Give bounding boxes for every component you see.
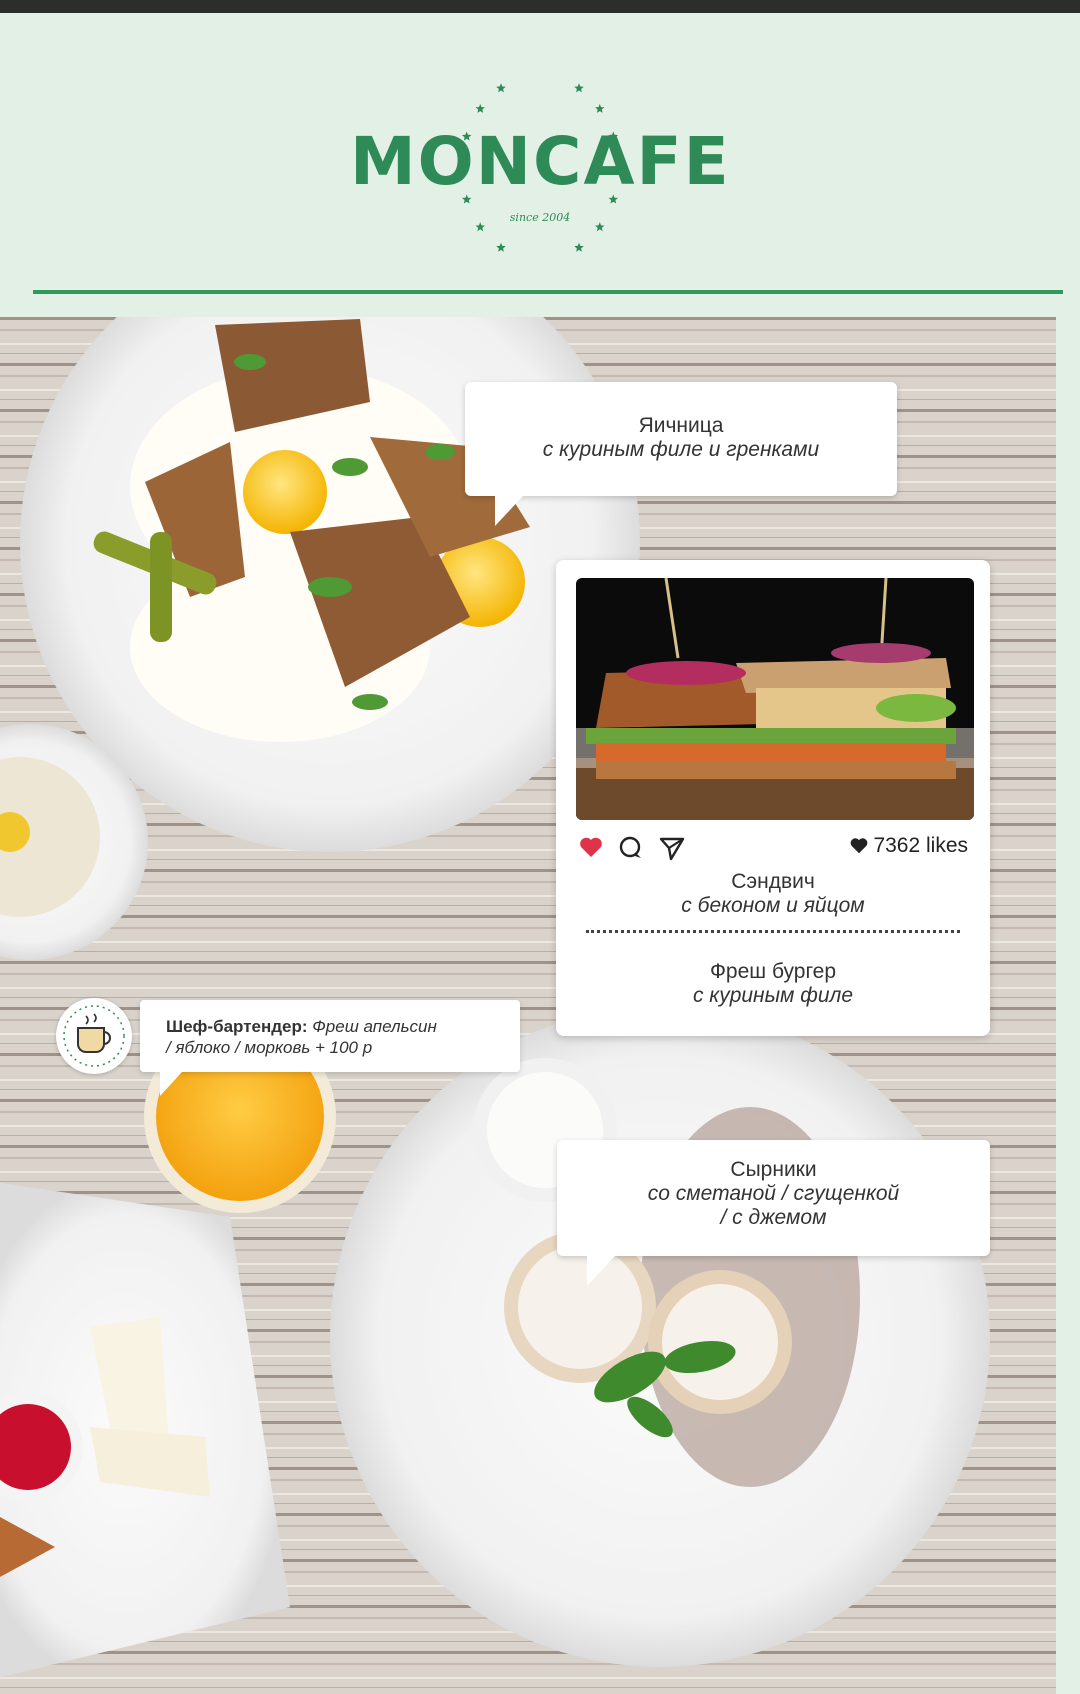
callout-chef: Шеф-бартендер: Фреш апельсин / яблоко / … bbox=[140, 1000, 520, 1096]
post-actions: 7362 likes bbox=[576, 830, 974, 862]
burger-title: Фреш бургер bbox=[709, 960, 837, 983]
chef-badge bbox=[56, 998, 132, 1074]
brand-name: MONCAFE bbox=[350, 123, 731, 200]
callout-tail bbox=[587, 1256, 615, 1286]
top-bar bbox=[0, 0, 1080, 13]
side-strip bbox=[1056, 317, 1080, 1694]
callout-syrniki: Сырники со сметаной / сгущенкой / с джем… bbox=[557, 1140, 990, 1286]
star-icon bbox=[595, 103, 605, 113]
callout-tail bbox=[160, 1072, 182, 1096]
logo: MONCAFE since 2004 bbox=[350, 63, 730, 273]
heart-icon[interactable] bbox=[578, 836, 604, 858]
callout-eggs: Яичница с куриным филе и гренками bbox=[465, 382, 897, 526]
sandwich-subtitle: с беконом и яйцом bbox=[681, 894, 865, 917]
likes-label: 7362 likes bbox=[873, 834, 968, 857]
post-item-sandwich: Сэндвич с беконом и яйцом bbox=[556, 870, 990, 918]
callout-tail bbox=[495, 496, 523, 526]
header: MONCAFE since 2004 bbox=[0, 13, 1080, 313]
post-card: 7362 likes Сэндвич с беконом и яйцом Фре… bbox=[556, 560, 990, 1036]
likes-count: 7362 likes bbox=[849, 834, 968, 858]
comment-icon[interactable] bbox=[618, 835, 644, 861]
header-divider bbox=[33, 290, 1063, 294]
star-icon bbox=[496, 83, 506, 93]
star-icon bbox=[496, 242, 506, 252]
chef-line-1: Шеф-бартендер: Фреш апельсин bbox=[166, 1016, 520, 1037]
star-icon bbox=[574, 83, 584, 93]
chef-line-2: / яблоко / морковь + 100 р bbox=[166, 1038, 373, 1057]
share-icon[interactable] bbox=[658, 835, 686, 861]
star-icon bbox=[475, 103, 485, 113]
post-item-burger: Фреш бургер с куриным филе bbox=[556, 960, 990, 1008]
dotted-divider bbox=[586, 930, 960, 933]
sandwich-title: Сэндвич bbox=[731, 870, 815, 893]
syrniki-subtitle-1: со сметаной / сгущенкой bbox=[647, 1182, 900, 1205]
heart-small-icon bbox=[851, 838, 868, 854]
burger-subtitle: с куриным филе bbox=[692, 984, 854, 1007]
eggs-subtitle: с куриным филе и гренками bbox=[542, 438, 820, 461]
star-icon bbox=[574, 242, 584, 252]
sandwich-photo bbox=[576, 578, 974, 820]
chef-text-1: Фреш апельсин bbox=[312, 1017, 437, 1036]
coffee-cup-icon bbox=[63, 1005, 125, 1067]
brand-since: since 2004 bbox=[509, 211, 571, 224]
syrniki-subtitle-2: / с джемом bbox=[720, 1206, 827, 1229]
eggs-title: Яичница bbox=[638, 414, 724, 437]
chef-label: Шеф-бартендер: bbox=[166, 1017, 308, 1036]
syrniki-title: Сырники bbox=[730, 1158, 817, 1181]
